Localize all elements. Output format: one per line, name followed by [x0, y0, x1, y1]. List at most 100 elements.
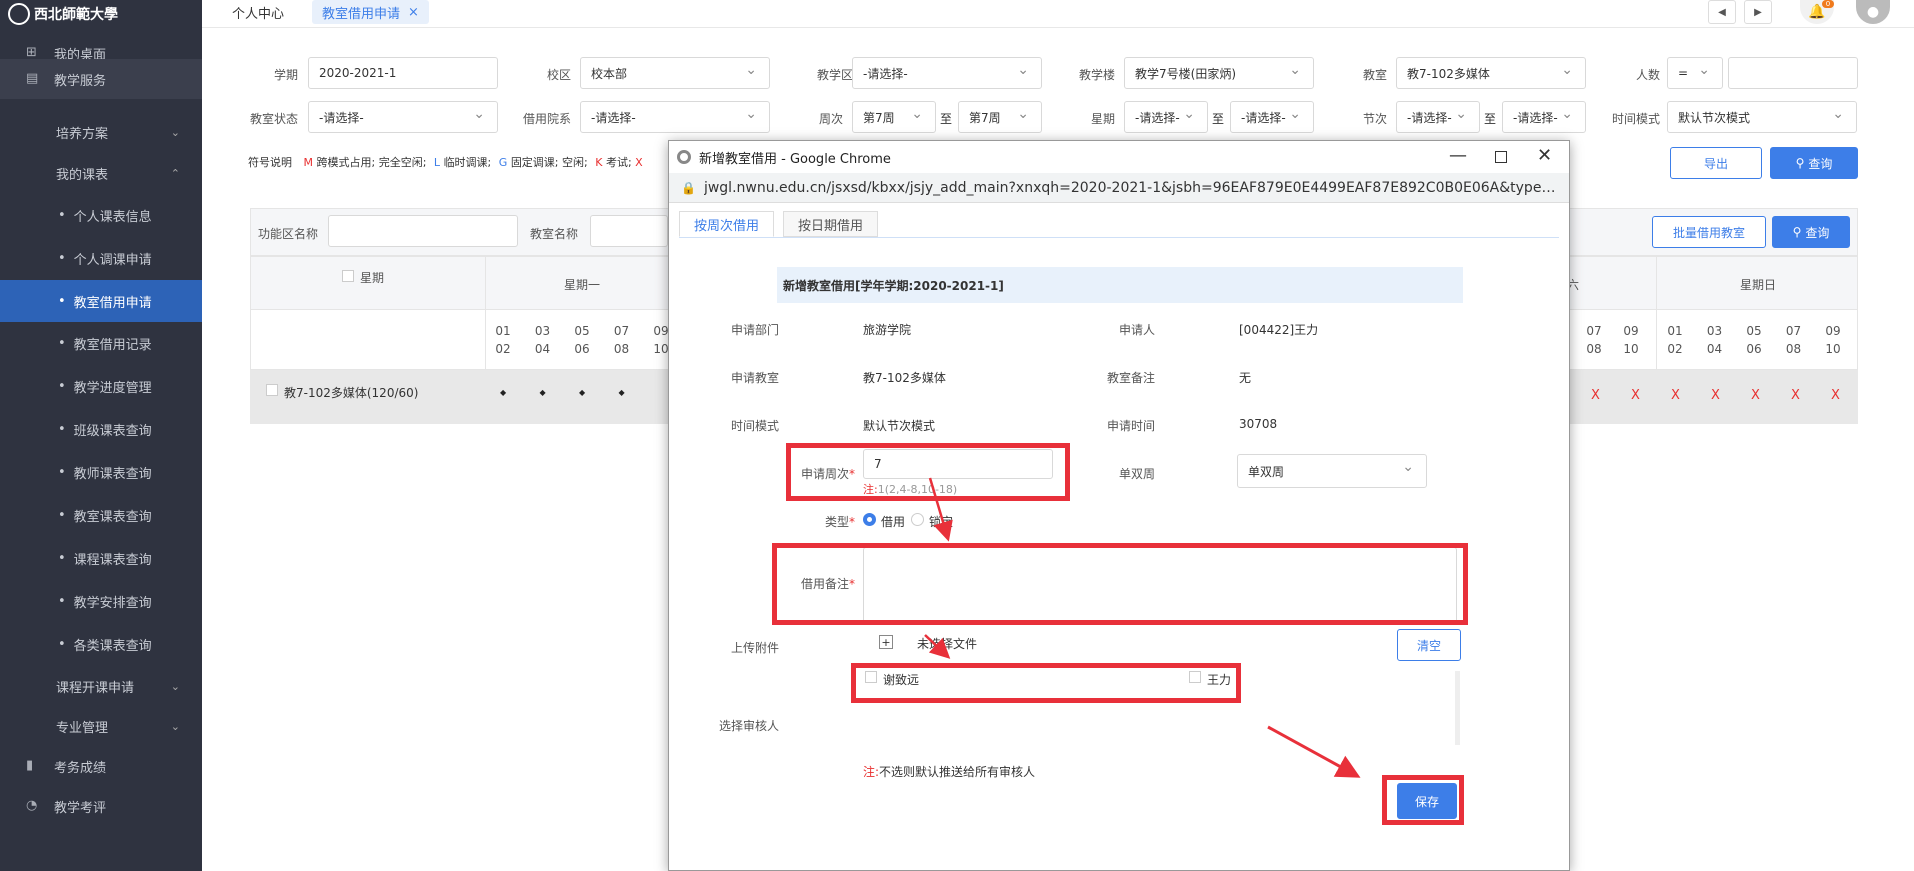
type-borrow-radio[interactable] — [863, 513, 876, 526]
period-to-select[interactable]: -请选择- — [1502, 101, 1586, 133]
remark-label: 借用备注* — [800, 577, 855, 591]
campus-select[interactable]: 校本部 — [580, 57, 770, 89]
tab-by-date[interactable]: 按日期借用 — [783, 211, 879, 237]
url-bar[interactable]: 🔒 jwgl.nwnu.edu.cn/jsxsd/kbxx/jsjy_add_m… — [669, 173, 1569, 203]
func-area-input[interactable] — [328, 215, 518, 247]
status-select[interactable]: -请选择- — [308, 101, 498, 133]
save-button[interactable]: 保存 — [1397, 783, 1457, 819]
row-checkbox[interactable] — [266, 384, 278, 396]
reviewer-checkbox-wang[interactable] — [1189, 671, 1201, 683]
room-label: 教室 — [1362, 68, 1387, 82]
sidebar-item-teacher-query[interactable]: 教师课表查询 — [0, 452, 202, 492]
lock-icon: 🔒 — [681, 180, 696, 195]
sidebar-item-all-query[interactable]: 各类课表查询 — [0, 624, 202, 664]
remark-textarea[interactable] — [863, 547, 1457, 623]
sidebar-item-room-query[interactable]: 教室课表查询 — [0, 495, 202, 535]
reviewer-scrollbar[interactable] — [1455, 671, 1460, 745]
table-query-button[interactable]: ⚲ 查询 — [1772, 216, 1850, 248]
dialog-titlebar: 新增教室借用 - Google Chrome — [669, 141, 1569, 173]
area-select[interactable]: -请选择- — [852, 57, 1042, 89]
type-lock-label: 锁定 — [929, 515, 954, 529]
oddeven-label: 单双周 — [1118, 467, 1155, 481]
query-button[interactable]: ⚲ 查询 — [1770, 147, 1858, 179]
week-input[interactable]: 7 — [863, 449, 1053, 479]
sidebar-item-progress[interactable]: 教学进度管理 — [0, 366, 202, 406]
time-value: 30708 — [1239, 417, 1278, 431]
export-button[interactable]: 导出 — [1670, 147, 1762, 179]
period-label: 05 06 — [574, 324, 590, 356]
maximize-button[interactable] — [1495, 151, 1507, 163]
room-note-value: 无 — [1239, 371, 1252, 385]
close-icon[interactable]: × — [408, 5, 419, 20]
tab-room-borrow[interactable]: 教室借用申请 × — [312, 0, 429, 24]
period-label: 节次 — [1362, 112, 1387, 126]
building-select[interactable]: 教学7号楼(田家炳) — [1124, 57, 1314, 89]
clear-button[interactable]: 清空 — [1397, 629, 1461, 661]
oddeven-select[interactable]: 单双周 — [1237, 454, 1427, 488]
room-select[interactable]: 教7-102多媒体 — [1396, 57, 1586, 89]
upload-plus-icon[interactable]: + — [879, 635, 893, 649]
sidebar-item-borrow-record[interactable]: 教室借用记录 — [0, 323, 202, 363]
row-x-mark: X — [1591, 388, 1600, 403]
sidebar-item-evaluation[interactable]: ◔ 教学考评 — [0, 786, 202, 826]
next-tab-button[interactable]: ▶ — [1744, 0, 1772, 24]
gauge-icon: ◔ — [26, 798, 38, 813]
count-input[interactable] — [1728, 57, 1858, 89]
tab-by-week[interactable]: 按周次借用 — [679, 211, 775, 237]
row-dot-mark: ◆ — [579, 388, 586, 397]
sidebar-item-room-borrow[interactable]: 教室借用申请 — [0, 280, 202, 322]
sidebar: 西北師範大學 ⊞我的桌面 ▤教学服务 培养方案⌄ 我的课表⌃ 个人课表信息 个人… — [0, 0, 202, 871]
period-label: 07 08 — [1586, 324, 1602, 356]
minimize-button[interactable]: — — [1449, 145, 1467, 166]
upload-label: 上传附件 — [730, 641, 779, 655]
sidebar-item-my-schedule[interactable]: 我的课表 ⌃ — [0, 153, 202, 193]
row-x-mark: X — [1671, 388, 1680, 403]
batch-borrow-button[interactable]: 批量借用教室 — [1652, 216, 1766, 248]
dept-select[interactable]: -请选择- — [580, 101, 770, 133]
weekday-checkbox[interactable] — [342, 270, 354, 282]
term-input[interactable]: 2020-2021-1 — [308, 57, 498, 89]
timemode-label: 时间模式 — [1611, 112, 1660, 126]
sidebar-item-schedule-info[interactable]: 个人课表信息 — [0, 195, 202, 235]
period-label: 07 08 — [1785, 324, 1802, 356]
reviewer-note: 注:不选则默认推送给所有审核人 — [863, 765, 1036, 779]
sidebar-item-course-apply[interactable]: 课程开课申请 ⌄ — [0, 666, 202, 706]
week-from-select[interactable]: 第7周 — [852, 101, 936, 133]
reviewer-wang: 王力 — [1207, 673, 1232, 687]
sidebar-item-exams[interactable]: ▮ 考务成绩 — [0, 746, 202, 786]
status-label: 教室状态 — [249, 112, 298, 126]
type-lock-radio[interactable] — [911, 513, 924, 526]
chevron-up-icon: ⌃ — [170, 166, 180, 180]
week-to-label: 至 — [940, 112, 953, 126]
applicant-label: 申请人 — [1118, 323, 1155, 337]
sidebar-item-adjust[interactable]: 个人调课申请 — [0, 238, 202, 278]
row-room-name: 教7-102多媒体(120/60) — [284, 386, 419, 400]
room-name-input[interactable] — [590, 215, 668, 247]
week-label: 周次 — [818, 112, 843, 126]
count-operator-select[interactable]: = — [1667, 57, 1723, 89]
reviewer-checkbox-xie[interactable] — [865, 671, 877, 683]
period-label: 03 04 — [534, 324, 551, 356]
sidebar-item-major[interactable]: 专业管理 ⌄ — [0, 706, 202, 746]
day-to-select[interactable]: -请选择- — [1230, 101, 1314, 133]
day-from-select[interactable]: -请选择- — [1124, 101, 1208, 133]
sidebar-item-arrange-query[interactable]: 教学安排查询 — [0, 581, 202, 621]
sidebar-item-class-query[interactable]: 班级课表查询 — [0, 409, 202, 449]
day-label: 星期 — [1090, 112, 1115, 126]
prev-tab-button[interactable]: ◀ — [1708, 0, 1736, 24]
window-close-button[interactable]: ✕ — [1537, 145, 1552, 166]
row-x-mark: X — [1831, 388, 1840, 403]
room-value: 教7-102多媒体 — [863, 371, 946, 385]
area-label: 教学区 — [816, 68, 853, 82]
sidebar-item-course-query[interactable]: 课程课表查询 — [0, 538, 202, 578]
week-to-select[interactable]: 第7周 — [958, 101, 1042, 133]
sidebar-item-plan[interactable]: 培养方案 ⌄ — [0, 112, 202, 152]
timemode-select[interactable]: 默认节次模式 — [1667, 101, 1857, 133]
period-from-select[interactable]: -请选择- — [1396, 101, 1480, 133]
sidebar-item-teaching[interactable]: ▤ 教学服务 — [0, 59, 202, 99]
row-x-mark: X — [1631, 388, 1640, 403]
seal-icon — [8, 3, 30, 25]
time-label: 申请时间 — [1106, 419, 1155, 433]
mode-value: 默认节次模式 — [863, 419, 936, 433]
tab-personal-center[interactable]: 个人中心 — [222, 0, 294, 24]
